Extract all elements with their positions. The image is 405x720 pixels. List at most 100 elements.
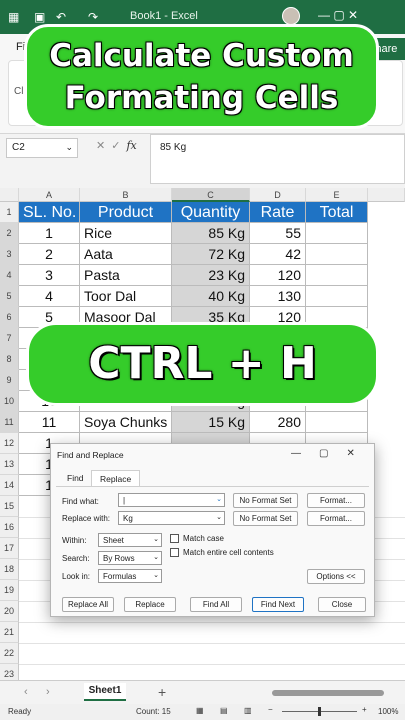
table-cell[interactable]: Toor Dal (80, 286, 172, 307)
table-cell[interactable]: 1 (19, 223, 80, 244)
table-cell[interactable]: Pasta (80, 265, 172, 286)
table-cell[interactable]: 42 (250, 244, 306, 265)
table-cell[interactable]: Rice (80, 223, 172, 244)
table-header-cell[interactable]: Quantity (172, 202, 250, 223)
formula-input[interactable]: 85 Kg (150, 134, 405, 184)
row-header[interactable]: 7 (0, 328, 19, 349)
match-case-checkbox[interactable] (170, 534, 179, 543)
replace-all-button[interactable]: Replace All (62, 597, 114, 612)
zoom-in-icon[interactable]: + (362, 705, 367, 714)
normal-view-icon[interactable]: ▦ (196, 706, 204, 715)
page-layout-icon[interactable]: ▤ (220, 706, 228, 715)
row-header[interactable]: 4 (0, 265, 19, 286)
row-header[interactable]: 8 (0, 349, 19, 370)
column-header[interactable]: E (306, 188, 368, 202)
row-header[interactable]: 11 (0, 412, 19, 433)
row-header[interactable]: 22 (0, 643, 19, 664)
cancel-icon[interactable]: ✕ (96, 140, 111, 152)
replace-button[interactable]: Replace (124, 597, 176, 612)
chevron-right-icon[interactable]: › (46, 686, 50, 698)
avatar[interactable] (282, 7, 300, 25)
row-header[interactable]: 3 (0, 244, 19, 265)
sheet-tab[interactable]: Sheet1 (84, 683, 126, 701)
zoom-slider-thumb[interactable] (318, 707, 321, 716)
undo-icon[interactable]: ↶ (56, 10, 66, 24)
table-cell[interactable]: 15 Kg (172, 412, 250, 433)
chevron-down-icon[interactable]: ⌄ (216, 495, 222, 503)
row-header[interactable]: 1 (0, 202, 19, 223)
options-button[interactable]: Options << (307, 569, 365, 584)
row-header[interactable]: 21 (0, 622, 19, 643)
chevron-down-icon[interactable]: ⌄ (216, 513, 222, 521)
column-header[interactable]: D (250, 188, 306, 202)
row-header[interactable]: 20 (0, 601, 19, 622)
row-header[interactable]: 16 (0, 517, 19, 538)
table-cell[interactable]: 85 Kg (172, 223, 250, 244)
within-select[interactable]: Sheet ⌄ (98, 533, 162, 547)
table-cell[interactable]: 55 (250, 223, 306, 244)
chevron-left-icon[interactable]: ‹ (24, 686, 28, 698)
row-header[interactable]: 15 (0, 496, 19, 517)
column-header[interactable]: B (80, 188, 172, 202)
redo-icon[interactable]: ↷ (88, 10, 98, 24)
chevron-down-icon[interactable]: ⌄ (65, 142, 73, 153)
select-all-corner[interactable] (0, 188, 19, 202)
row-header[interactable]: 9 (0, 370, 19, 391)
tab-replace[interactable]: Replace (91, 470, 141, 487)
table-cell[interactable]: 2 (19, 244, 80, 265)
table-cell[interactable] (306, 286, 368, 307)
table-cell[interactable]: 130 (250, 286, 306, 307)
row-header[interactable]: 19 (0, 580, 19, 601)
column-header[interactable] (368, 188, 405, 202)
row-header[interactable]: 10 (0, 391, 19, 412)
match-entire-checkbox[interactable] (170, 548, 179, 557)
table-cell[interactable] (306, 412, 368, 433)
add-sheet-button[interactable]: + (158, 684, 166, 700)
table-cell[interactable]: 4 (19, 286, 80, 307)
page-break-icon[interactable]: ▥ (244, 706, 252, 715)
name-box[interactable]: C2 ⌄ (6, 138, 78, 158)
column-header[interactable]: A (19, 188, 80, 202)
table-cell[interactable]: 40 Kg (172, 286, 250, 307)
check-icon[interactable]: ✓ (111, 140, 126, 152)
window-controls[interactable]: — ▢ ✕ (318, 8, 358, 22)
horizontal-scrollbar[interactable] (272, 690, 384, 696)
search-select[interactable]: By Rows ⌄ (98, 551, 162, 565)
row-header[interactable]: 2 (0, 223, 19, 244)
table-cell[interactable]: 72 Kg (172, 244, 250, 265)
row-header[interactable]: 5 (0, 286, 19, 307)
replace-with-input[interactable]: Kg ⌄ (118, 511, 225, 525)
row-header[interactable]: 17 (0, 538, 19, 559)
find-next-button[interactable]: Find Next (252, 597, 304, 612)
table-cell[interactable]: Soya Chunks (80, 412, 172, 433)
format-find-button[interactable]: Format... (307, 493, 365, 508)
table-cell[interactable] (306, 223, 368, 244)
row-header[interactable]: 12 (0, 433, 19, 454)
dialog-window-controls[interactable]: —▢✕ (291, 448, 373, 459)
fx-icon[interactable]: fx (126, 139, 136, 152)
close-button[interactable]: Close (318, 597, 366, 612)
find-all-button[interactable]: Find All (190, 597, 242, 612)
column-header[interactable]: C (172, 188, 250, 202)
table-cell[interactable] (306, 265, 368, 286)
row-header[interactable]: 18 (0, 559, 19, 580)
table-cell[interactable]: 23 Kg (172, 265, 250, 286)
format-replace-button[interactable]: Format... (307, 511, 365, 526)
row-header[interactable]: 6 (0, 307, 19, 328)
find-what-input[interactable]: | ⌄ (118, 493, 225, 507)
save-icon[interactable]: ▣ (34, 10, 45, 24)
table-cell[interactable]: 3 (19, 265, 80, 286)
table-cell[interactable] (306, 244, 368, 265)
zoom-out-icon[interactable]: − (268, 705, 273, 714)
lookin-select[interactable]: Formulas ⌄ (98, 569, 162, 583)
table-cell[interactable]: 280 (250, 412, 306, 433)
table-cell[interactable]: 11 (19, 412, 80, 433)
table-header-cell[interactable]: Rate (250, 202, 306, 223)
table-header-cell[interactable]: Product (80, 202, 172, 223)
row-header[interactable]: 14 (0, 475, 19, 496)
table-header-cell[interactable]: Total (306, 202, 368, 223)
table-cell[interactable]: 120 (250, 265, 306, 286)
tab-find[interactable]: Find (59, 470, 92, 487)
row-header[interactable]: 13 (0, 454, 19, 475)
table-header-cell[interactable]: SL. No. (19, 202, 80, 223)
